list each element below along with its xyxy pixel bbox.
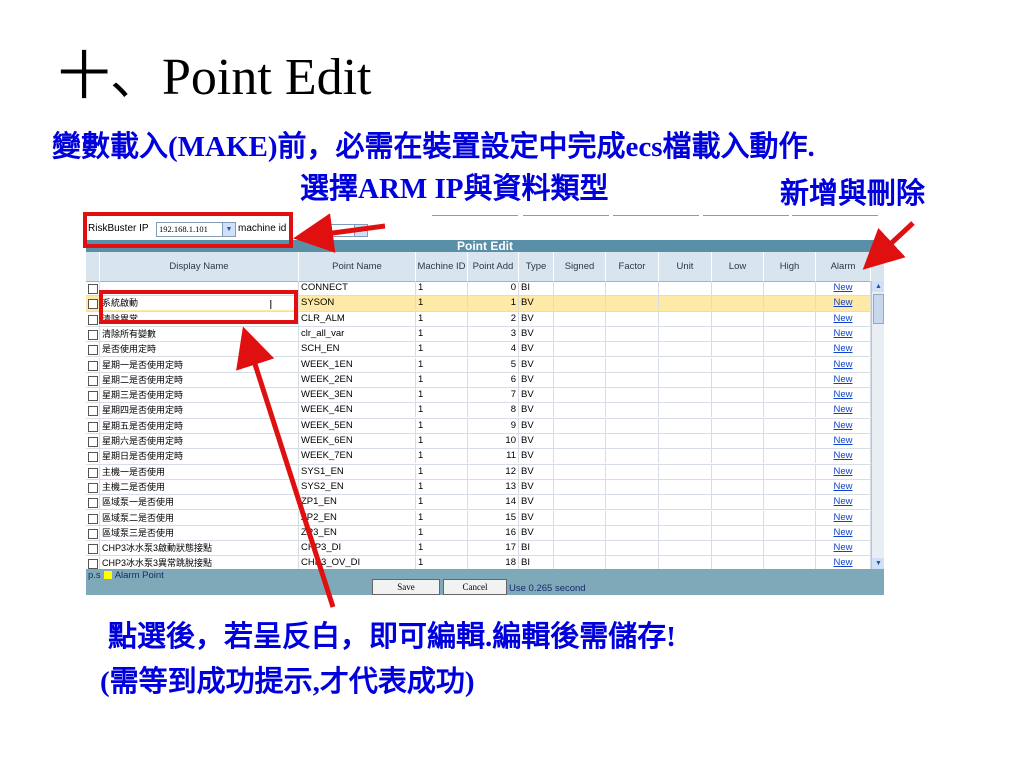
arrow-to-ip-box (293, 213, 386, 253)
arrow-to-row (236, 326, 336, 608)
annotation-arrows (236, 213, 915, 608)
arrow-to-alarm (862, 221, 915, 270)
